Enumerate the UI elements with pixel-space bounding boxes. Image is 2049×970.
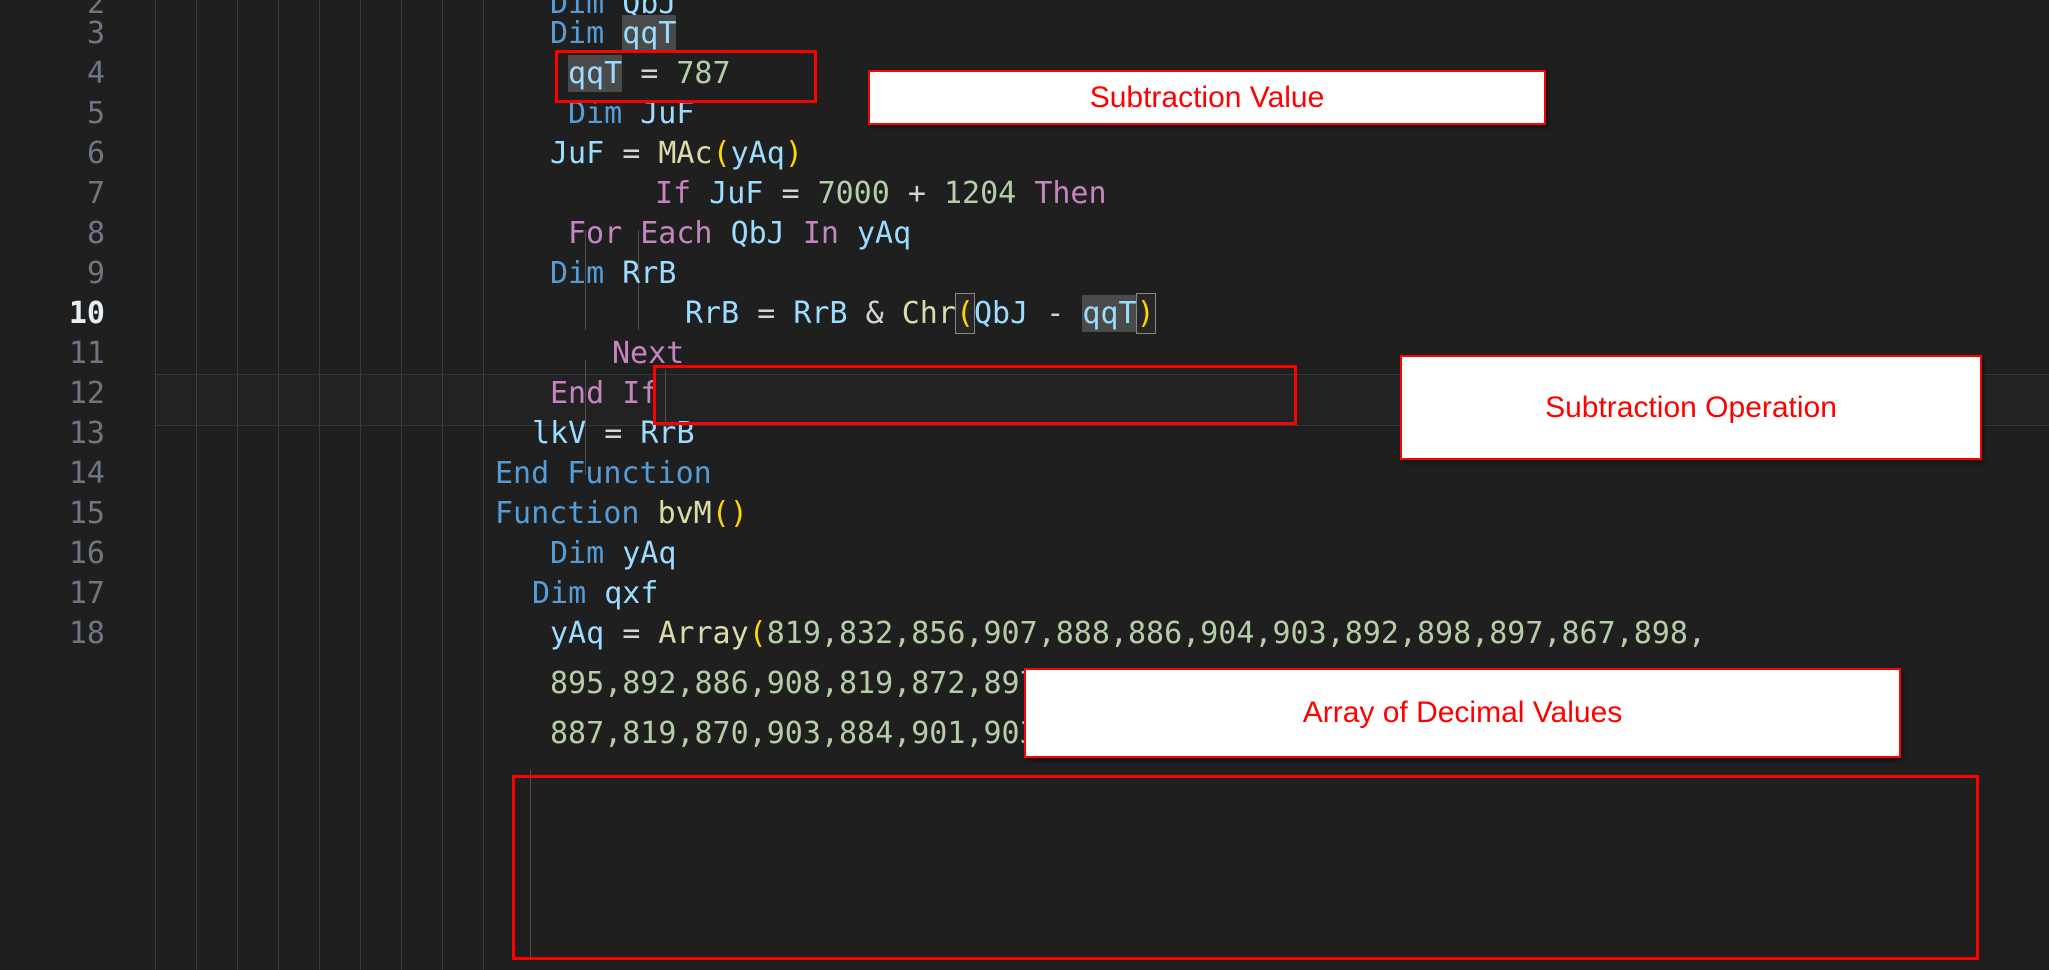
- identifier-qqT: qqT: [568, 55, 623, 92]
- annotation-array-of-decimals: Array of Decimal Values: [1024, 668, 1901, 758]
- array-values-row-1: 819,832,856,907,888,886,904,903,892,898,…: [766, 616, 1706, 651]
- annotation-label: Subtraction Operation: [1545, 390, 1837, 424]
- subtraction-value-literal: 787: [676, 56, 731, 91]
- code-editor[interactable]: 2 3 4 5 6 7 8 9 10 11 12 13 14 15 16 17 …: [0, 0, 2049, 970]
- code-content[interactable]: Dim QbJ Dim qqT qqT = 787 Dim JuF JuF = …: [0, 0, 2049, 970]
- annotation-subtraction-operation: Subtraction Operation: [1400, 355, 1982, 460]
- line-number-gutter: 2 3 4 5 6 7 8 9 10 11 12 13 14 15 16 17 …: [0, 0, 105, 970]
- identifier-qqT: qqT: [622, 15, 677, 52]
- annotation-label: Array of Decimal Values: [1302, 696, 1623, 729]
- code-line-18[interactable]: yAq = Array(819,832,856,907,888,886,904,…: [550, 608, 2049, 660]
- identifier-qqT: qqT: [1082, 295, 1137, 332]
- line-number: 18: [68, 616, 105, 651]
- annotation-label: Subtraction Value: [1089, 80, 1325, 114]
- annotation-subtraction-value: Subtraction Value: [868, 70, 1546, 125]
